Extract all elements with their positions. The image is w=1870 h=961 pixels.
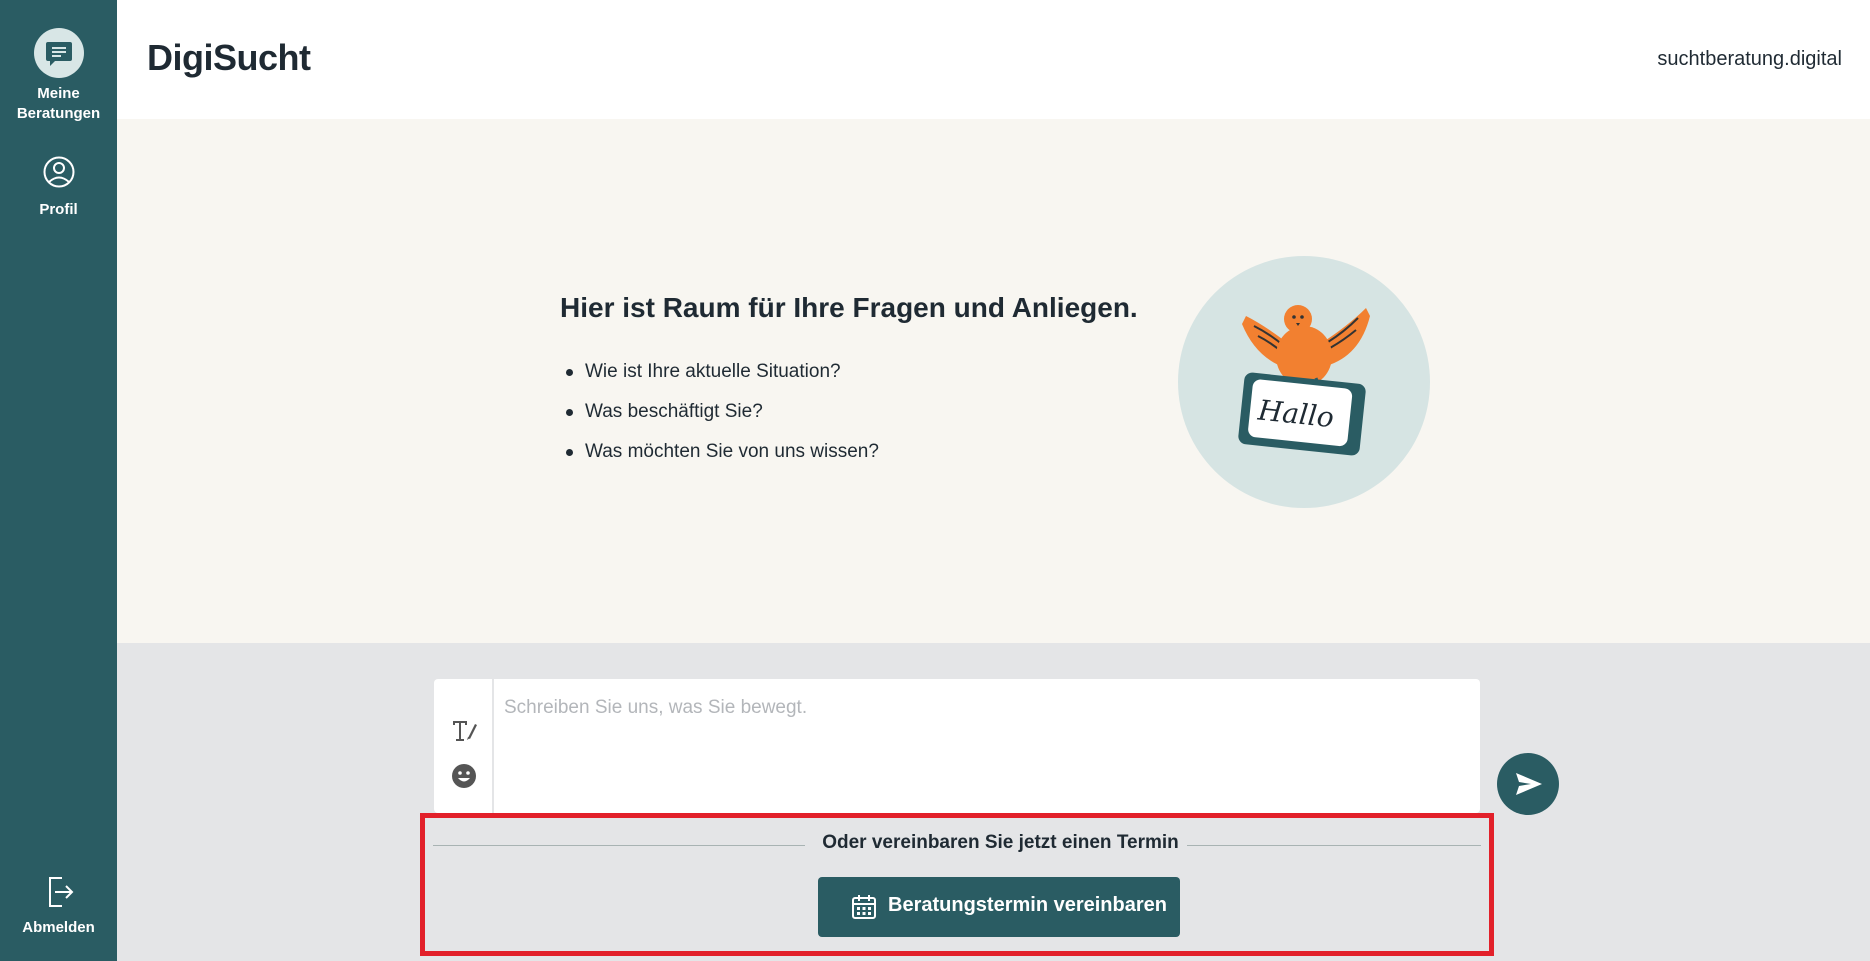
list-item: Wie ist Ihre aktuelle Situation? — [560, 352, 879, 392]
appointment-section: Oder vereinbaren Sie jetzt einen Termin … — [420, 813, 1494, 956]
divider-line — [1187, 845, 1481, 846]
emoji-icon[interactable] — [450, 762, 478, 790]
welcome-title: Hier ist Raum für Ihre Fragen und Anlieg… — [560, 292, 1138, 323]
sidebar-item-abmelden[interactable]: Abmelden — [0, 872, 117, 938]
sidebar-item-label: Abmelden — [22, 919, 95, 936]
sidebar-item-label: Meine — [37, 85, 80, 102]
list-item: Was möchten Sie von uns wissen? — [560, 432, 879, 472]
sidebar-item-profil[interactable]: Profil — [0, 154, 117, 220]
list-item: Was beschäftigt Sie? — [560, 392, 879, 432]
brand-logo: DigiSucht — [147, 37, 311, 78]
hello-bird-illustration: Hallo — [1178, 256, 1430, 508]
sidebar-item-meine-beratungen[interactable]: Meine Beratungen — [0, 28, 117, 124]
site-name: suchtberatung.digital — [1657, 48, 1842, 70]
sidebar: Meine Beratungen Profil Abmelden — [0, 0, 117, 961]
welcome-panel: Hier ist Raum für Ihre Fragen und Anlieg… — [117, 119, 1870, 643]
user-circle-icon — [34, 154, 84, 194]
sidebar-item-label: Profil — [39, 201, 78, 218]
header: DigiSucht suchtberatung.digital — [117, 0, 1870, 119]
sidebar-item-label: Beratungen — [16, 105, 101, 122]
divider-line — [433, 845, 805, 846]
composer-toolbar — [434, 679, 494, 813]
chat-bubble-icon — [33, 28, 84, 78]
appointment-divider-text: Oder vereinbaren Sie jetzt einen Termin — [822, 832, 1179, 853]
calendar-icon — [851, 894, 877, 920]
divider: Oder vereinbaren Sie jetzt einen Termin — [433, 832, 1481, 860]
book-appointment-button[interactable]: Beratungstermin vereinbaren — [818, 877, 1180, 937]
text-format-icon[interactable] — [450, 716, 478, 744]
message-input[interactable] — [494, 679, 1480, 813]
composer-area: Oder vereinbaren Sie jetzt einen Termin … — [117, 643, 1870, 961]
book-appointment-label: Beratungstermin vereinbaren — [888, 894, 1167, 916]
logout-icon — [34, 872, 84, 912]
send-icon — [1516, 773, 1542, 795]
send-button[interactable] — [1497, 753, 1559, 815]
question-list: Wie ist Ihre aktuelle Situation? Was bes… — [560, 352, 879, 472]
message-composer — [434, 679, 1480, 813]
